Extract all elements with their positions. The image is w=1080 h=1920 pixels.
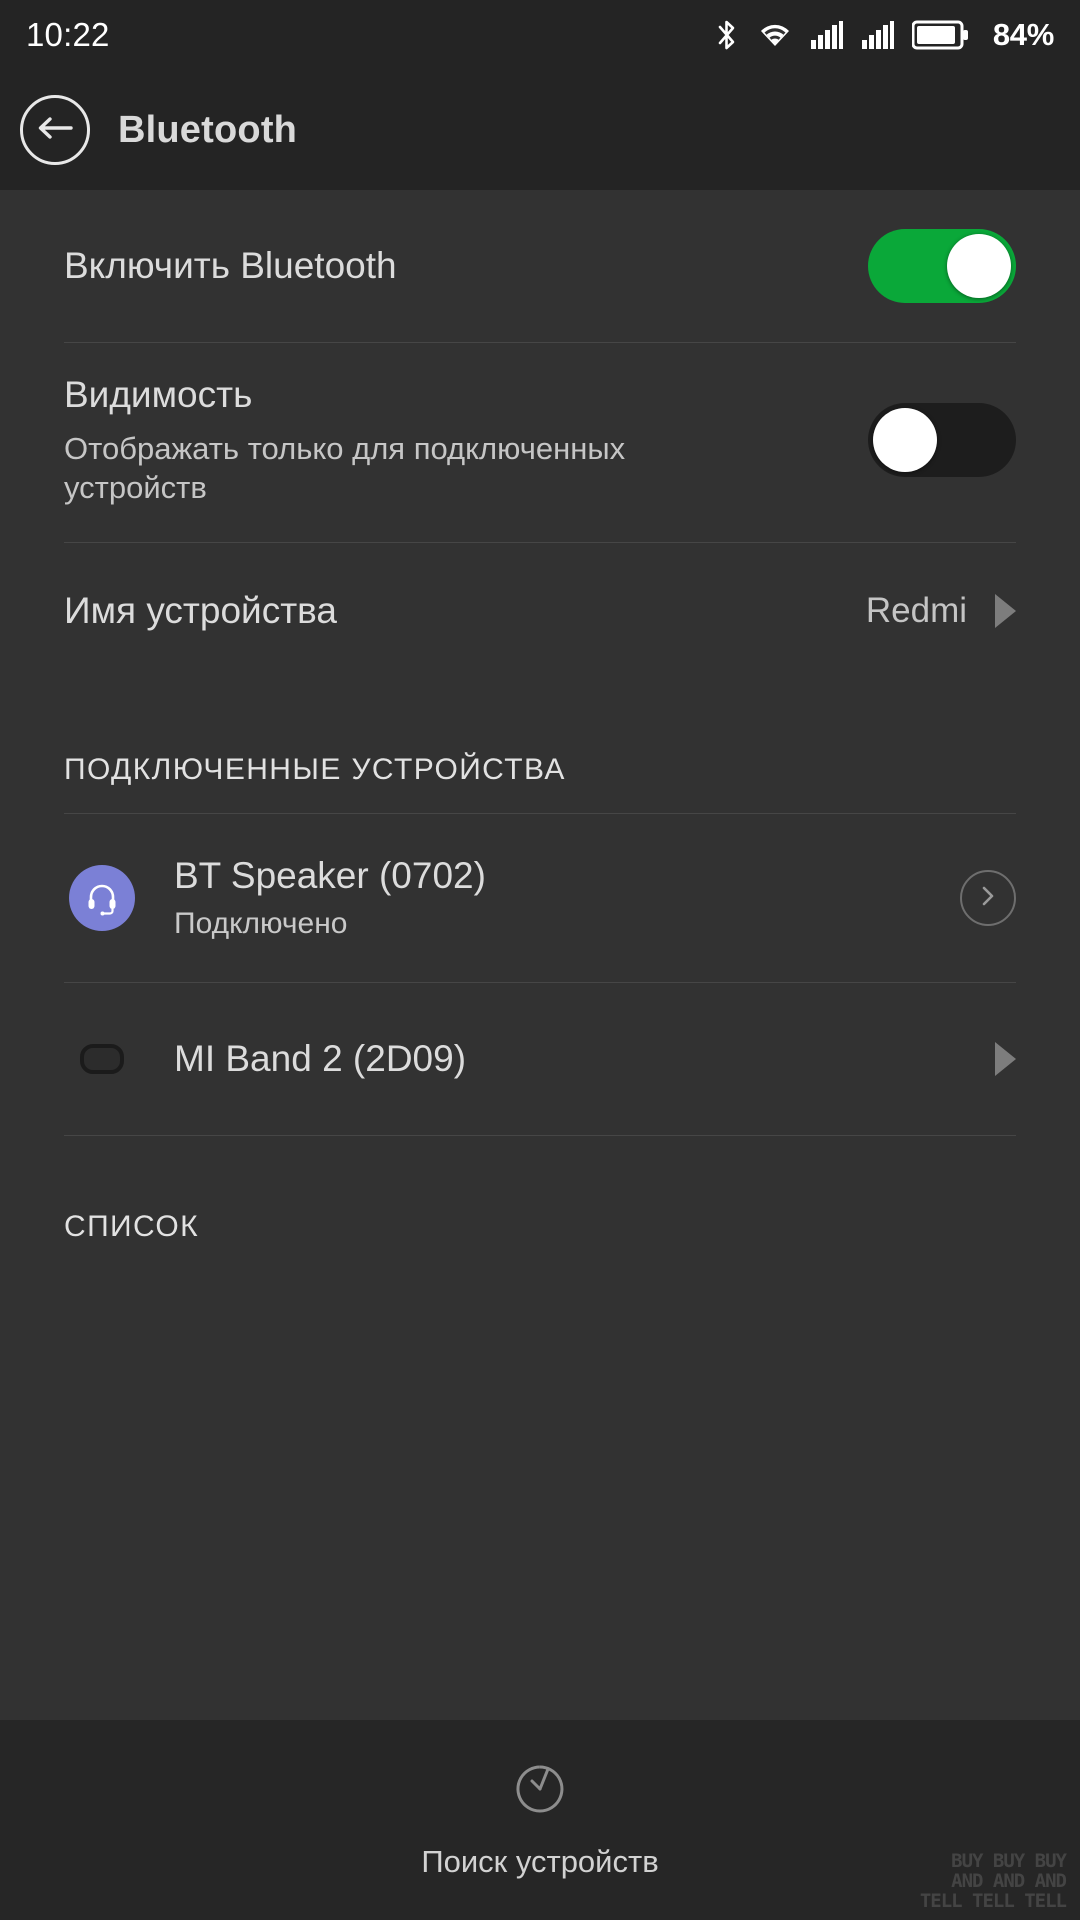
paired-devices-header: ПОДКЛЮЧЕННЫЕ УСТРОЙСТВА <box>64 753 566 786</box>
watermark-line-3: TELL TELL TELL <box>919 1890 1067 1913</box>
watermark: BUY BUY BUY AND AND AND TELL TELL TELL <box>920 1850 1067 1912</box>
status-bar: 10:22 84% <box>0 0 1080 70</box>
enable-bluetooth-toggle[interactable] <box>868 229 1016 303</box>
device-row[interactable]: MI Band 2 (2D09) <box>0 983 1080 1135</box>
back-arrow-icon <box>35 113 75 148</box>
signal-sim1-icon <box>810 20 844 50</box>
battery-percent-label: 84% <box>992 17 1054 52</box>
visibility-description: Отображать только для подключенных устро… <box>64 430 626 506</box>
device-icon-wrap <box>64 1044 140 1074</box>
chevron-right-icon <box>995 594 1016 628</box>
toggle-knob <box>947 234 1011 298</box>
status-bar-clock: 10:22 <box>26 16 110 53</box>
bluetooth-settings-screen: 10:22 84% Bluetooth Включить Bluetooth В… <box>0 0 1080 1920</box>
scan-refresh-icon <box>512 1761 568 1822</box>
enable-bluetooth-label: Включить Bluetooth <box>64 245 397 287</box>
visibility-texts: Видимость Отображать только для подключе… <box>64 373 868 508</box>
device-name-value: Redmi <box>865 591 967 630</box>
available-list-header: СПИСОК <box>64 1210 200 1243</box>
enable-bluetooth-texts: Включить Bluetooth <box>64 244 868 288</box>
device-icon-wrap <box>64 865 140 931</box>
visibility-toggle[interactable] <box>868 403 1016 477</box>
device-row[interactable]: BT Speaker (0702) Подключено <box>0 814 1080 982</box>
back-button[interactable] <box>20 95 90 165</box>
device-name-label: Имя устройства <box>64 590 337 632</box>
device-name-row[interactable]: Имя устройства Redmi <box>0 543 1080 679</box>
visibility-row[interactable]: Видимость Отображать только для подключе… <box>0 343 1080 542</box>
scan-devices-label: Поиск устройств <box>421 1843 659 1879</box>
battery-icon <box>911 19 970 51</box>
status-bar-icons: 84% <box>714 17 1054 53</box>
settings-list: Включить Bluetooth Видимость Отображать … <box>0 190 1080 1720</box>
bluetooth-icon <box>714 18 740 52</box>
watermark-line-1: BUY BUY BUY <box>951 1850 1067 1873</box>
device-texts: BT Speaker (0702) Подключено <box>174 855 960 942</box>
device-status: Подключено <box>174 907 348 941</box>
band-icon <box>80 1044 124 1074</box>
signal-sim2-icon <box>861 20 895 50</box>
device-texts: MI Band 2 (2D09) <box>174 1038 995 1081</box>
wifi-icon <box>757 20 793 50</box>
enable-bluetooth-row[interactable]: Включить Bluetooth <box>0 190 1080 342</box>
toggle-knob <box>873 408 937 472</box>
watermark-line-2: AND AND AND <box>951 1870 1067 1893</box>
device-name: MI Band 2 (2D09) <box>174 1037 467 1079</box>
bottom-action-bar[interactable]: Поиск устройств BUY BUY BUY AND AND AND … <box>0 1720 1080 1920</box>
headset-icon <box>69 865 135 931</box>
app-bar: Bluetooth <box>0 70 1080 190</box>
circle-chevron-right-icon <box>977 883 999 914</box>
page-title: Bluetooth <box>118 108 298 151</box>
chevron-right-icon <box>995 1042 1016 1076</box>
device-name: BT Speaker (0702) <box>174 854 486 896</box>
device-settings-button[interactable] <box>960 870 1016 926</box>
visibility-label: Видимость <box>64 374 253 415</box>
